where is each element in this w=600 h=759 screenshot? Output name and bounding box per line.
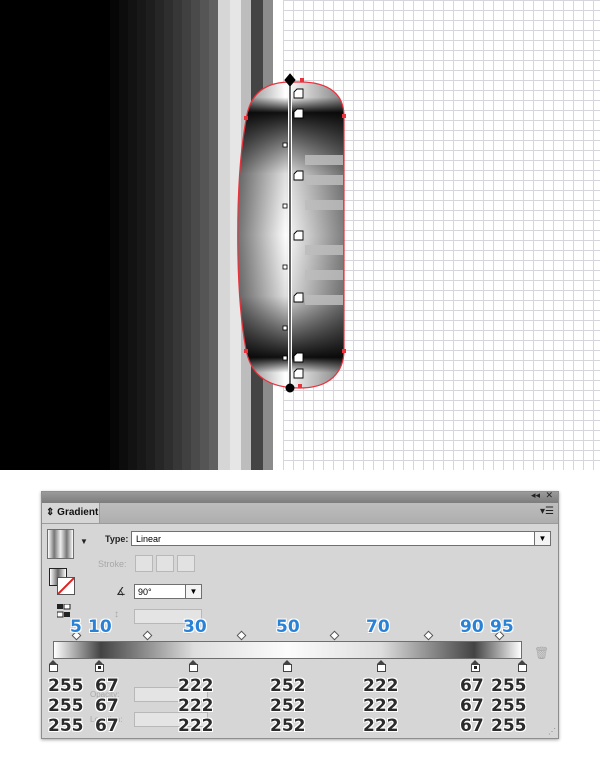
gradient-stop[interactable] — [283, 660, 292, 672]
stroke-label: Stroke: — [98, 559, 127, 569]
color-band — [200, 0, 209, 470]
stop-position-label: 10 — [88, 617, 112, 637]
stop-position-label: 50 — [276, 617, 300, 637]
resize-grip-icon[interactable]: ⋰ — [548, 727, 556, 736]
stroke-along-button[interactable] — [156, 555, 174, 572]
panel-titlebar[interactable]: ◂◂ ✕ — [42, 490, 558, 503]
gradient-stop[interactable] — [95, 660, 105, 672]
trash-icon[interactable]: 🗑 — [534, 646, 549, 660]
angle-value: 90° — [138, 587, 152, 597]
stop-position-label: 90 — [460, 617, 484, 637]
color-band — [137, 0, 146, 470]
stop-rgb-value: 67 — [95, 716, 119, 736]
stop-rgb-value: 67 — [460, 716, 484, 736]
stop-rgb-value: 222 — [178, 716, 214, 736]
type-dropdown[interactable]: Linear ▼ — [131, 531, 551, 546]
chevron-down-icon[interactable]: ▼ — [80, 537, 88, 546]
stroke-within-button[interactable] — [135, 555, 153, 572]
stop-rgb-value: 222 — [178, 696, 214, 716]
tab-label: Gradient — [57, 507, 99, 518]
stop-rgb-value: 255 — [48, 716, 84, 736]
collapse-icon[interactable]: ◂◂ — [531, 490, 540, 501]
gradient-midpoint[interactable] — [329, 630, 340, 641]
artboard[interactable] — [0, 0, 600, 470]
stop-rgb-value: 222 — [363, 696, 399, 716]
stop-rgb-value: 255 — [491, 676, 527, 696]
stop-rgb-value: 252 — [270, 696, 306, 716]
color-band — [209, 0, 218, 470]
stop-rgb-value: 255 — [491, 696, 527, 716]
color-band — [128, 0, 137, 470]
color-band — [191, 0, 200, 470]
color-band — [100, 0, 110, 470]
stop-rgb-value: 222 — [363, 716, 399, 736]
angle-field[interactable]: 90° ▼ — [134, 584, 202, 599]
stroke-across-button[interactable] — [177, 555, 195, 572]
stop-rgb-value: 67 — [95, 676, 119, 696]
stop-rgb-value: 252 — [270, 716, 306, 736]
fill-stroke-swatch[interactable] — [49, 568, 79, 598]
stroke-none-swatch[interactable] — [57, 577, 75, 595]
color-band — [0, 0, 100, 470]
stop-position-label: 30 — [183, 617, 207, 637]
gradient-midpoint[interactable] — [423, 630, 434, 641]
aspect-ratio-icon: ↕ — [114, 609, 119, 620]
gradient-thumbnail[interactable] — [47, 529, 74, 559]
tab-arrows-icon: ⇕ — [46, 507, 55, 518]
chevron-down-icon[interactable]: ▼ — [534, 532, 550, 545]
panel-tabrow: ⇕ Gradient ▾☰ — [42, 503, 558, 524]
gradient-midpoint[interactable] — [236, 630, 247, 641]
color-band — [155, 0, 164, 470]
stop-rgb-value: 67 — [460, 696, 484, 716]
tab-gradient[interactable]: ⇕ Gradient — [42, 503, 100, 523]
chevron-down-icon[interactable]: ▼ — [185, 585, 201, 598]
color-band — [164, 0, 173, 470]
stop-position-label: 95 — [490, 617, 514, 637]
stop-rgb-value: 222 — [178, 676, 214, 696]
gradient-stops-row — [42, 660, 558, 674]
color-band — [146, 0, 155, 470]
color-band — [110, 0, 119, 470]
color-band — [173, 0, 182, 470]
angle-icon: ∡ — [116, 586, 126, 598]
stop-rgb-value: 252 — [270, 676, 306, 696]
color-band — [119, 0, 128, 470]
gradient-stop[interactable] — [376, 660, 386, 672]
stop-rgb-value: 222 — [363, 676, 399, 696]
panel-menu-icon[interactable]: ▾☰ — [540, 506, 554, 517]
stop-rgb-value: 255 — [48, 696, 84, 716]
gradient-stop[interactable] — [48, 660, 58, 672]
color-band — [182, 0, 191, 470]
gradient-stop[interactable] — [517, 660, 527, 672]
stop-rgb-value: 67 — [460, 676, 484, 696]
gradient-stop[interactable] — [470, 660, 480, 672]
stop-rgb-value: 255 — [48, 676, 84, 696]
reverse-gradient-icon[interactable] — [57, 604, 71, 618]
gradient-slider[interactable] — [53, 641, 522, 659]
gradient-stop[interactable] — [189, 660, 199, 672]
stop-rgb-value: 67 — [95, 696, 119, 716]
stop-rgb-value: 255 — [491, 716, 527, 736]
type-value: Linear — [136, 534, 162, 544]
stop-position-label: 70 — [366, 617, 390, 637]
type-label: Type: — [105, 534, 129, 544]
stop-position-label: 5 — [70, 617, 82, 637]
close-icon[interactable]: ✕ — [545, 490, 553, 501]
gradient-midpoint[interactable] — [142, 630, 153, 641]
selected-pill-shape[interactable] — [225, 66, 355, 396]
